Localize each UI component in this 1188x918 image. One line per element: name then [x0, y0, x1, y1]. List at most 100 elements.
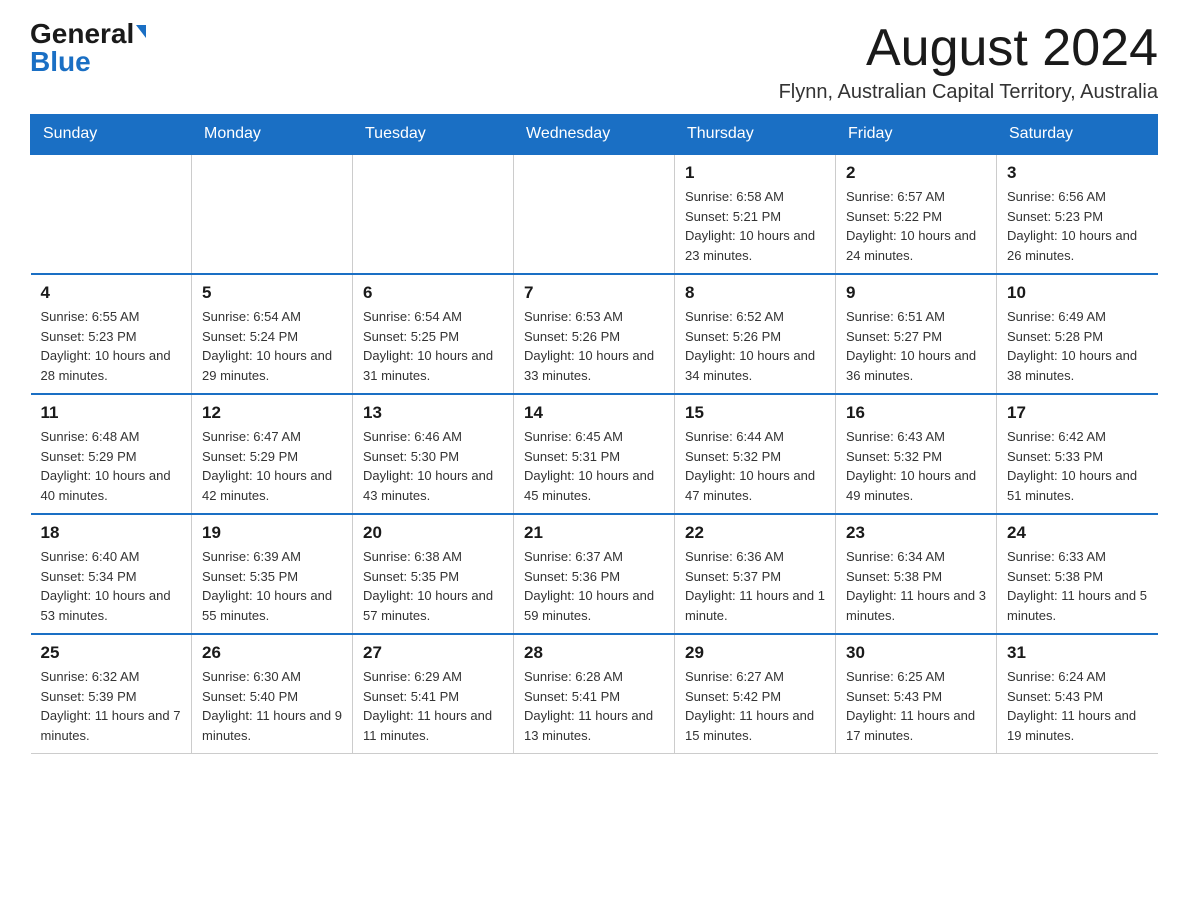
- day-number: 7: [524, 283, 664, 303]
- day-info: Sunrise: 6:43 AMSunset: 5:32 PMDaylight:…: [846, 427, 986, 505]
- day-header-saturday: Saturday: [997, 115, 1158, 155]
- day-number: 28: [524, 643, 664, 663]
- page-header: GeneralBlue August 2024 Flynn, Australia…: [30, 20, 1158, 104]
- day-info: Sunrise: 6:48 AMSunset: 5:29 PMDaylight:…: [41, 427, 182, 505]
- calendar-cell: 13Sunrise: 6:46 AMSunset: 5:30 PMDayligh…: [353, 394, 514, 514]
- calendar-cell: 1Sunrise: 6:58 AMSunset: 5:21 PMDaylight…: [675, 154, 836, 274]
- calendar-cell: 2Sunrise: 6:57 AMSunset: 5:22 PMDaylight…: [836, 154, 997, 274]
- day-number: 14: [524, 403, 664, 423]
- calendar-header-row: SundayMondayTuesdayWednesdayThursdayFrid…: [31, 115, 1158, 155]
- day-number: 26: [202, 643, 342, 663]
- day-info: Sunrise: 6:28 AMSunset: 5:41 PMDaylight:…: [524, 667, 664, 745]
- day-info: Sunrise: 6:32 AMSunset: 5:39 PMDaylight:…: [41, 667, 182, 745]
- day-number: 8: [685, 283, 825, 303]
- calendar-cell: [514, 154, 675, 274]
- day-number: 12: [202, 403, 342, 423]
- day-info: Sunrise: 6:56 AMSunset: 5:23 PMDaylight:…: [1007, 187, 1148, 265]
- day-header-wednesday: Wednesday: [514, 115, 675, 155]
- day-info: Sunrise: 6:37 AMSunset: 5:36 PMDaylight:…: [524, 547, 664, 625]
- calendar-cell: 20 Sunrise: 6:38 AMSunset: 5:35 PMDayligh…: [353, 514, 514, 634]
- day-number: 20: [363, 523, 503, 543]
- calendar-cell: 26Sunrise: 6:30 AMSunset: 5:40 PMDayligh…: [192, 634, 353, 754]
- day-info: Sunrise: 6:33 AMSunset: 5:38 PMDaylight:…: [1007, 547, 1148, 625]
- day-info: Sunrise: 6:51 AMSunset: 5:27 PMDaylight:…: [846, 307, 986, 385]
- calendar-cell: 10Sunrise: 6:49 AMSunset: 5:28 PMDayligh…: [997, 274, 1158, 394]
- calendar-cell: 28 Sunrise: 6:28 AMSunset: 5:41 PMDayligh…: [514, 634, 675, 754]
- calendar-cell: 19 Sunrise: 6:39 AMSunset: 5:35 PMDayligh…: [192, 514, 353, 634]
- calendar-cell: 17 Sunrise: 6:42 AMSunset: 5:33 PMDayligh…: [997, 394, 1158, 514]
- calendar-cell: 12 Sunrise: 6:47 AMSunset: 5:29 PMDayligh…: [192, 394, 353, 514]
- day-number: 3: [1007, 163, 1148, 183]
- day-info: Sunrise: 6:36 AMSunset: 5:37 PMDaylight:…: [685, 547, 825, 625]
- day-header-friday: Friday: [836, 115, 997, 155]
- day-number: 22: [685, 523, 825, 543]
- calendar-cell: 31 Sunrise: 6:24 AMSunset: 5:43 PMDayligh…: [997, 634, 1158, 754]
- day-info: Sunrise: 6:27 AMSunset: 5:42 PMDaylight:…: [685, 667, 825, 745]
- day-info: Sunrise: 6:38 AMSunset: 5:35 PMDaylight:…: [363, 547, 503, 625]
- month-title: August 2024: [779, 20, 1158, 77]
- location-title: Flynn, Australian Capital Territory, Aus…: [779, 81, 1158, 104]
- day-info: Sunrise: 6:44 AMSunset: 5:32 PMDaylight:…: [685, 427, 825, 505]
- calendar-cell: 25 Sunrise: 6:32 AMSunset: 5:39 PMDayligh…: [31, 634, 192, 754]
- calendar-cell: [31, 154, 192, 274]
- calendar-cell: [192, 154, 353, 274]
- logo-triangle-icon: [136, 25, 146, 38]
- calendar-cell: 18Sunrise: 6:40 AMSunset: 5:34 PMDayligh…: [31, 514, 192, 634]
- day-info: Sunrise: 6:57 AMSunset: 5:22 PMDaylight:…: [846, 187, 986, 265]
- day-info: Sunrise: 6:53 AMSunset: 5:26 PMDaylight:…: [524, 307, 664, 385]
- calendar-cell: 5Sunrise: 6:54 AMSunset: 5:24 PMDaylight…: [192, 274, 353, 394]
- calendar-cell: 4Sunrise: 6:55 AMSunset: 5:23 PMDaylight…: [31, 274, 192, 394]
- day-number: 13: [363, 403, 503, 423]
- day-number: 4: [41, 283, 182, 303]
- day-number: 15: [685, 403, 825, 423]
- day-info: Sunrise: 6:34 AMSunset: 5:38 PMDaylight:…: [846, 547, 986, 625]
- day-info: Sunrise: 6:54 AMSunset: 5:25 PMDaylight:…: [363, 307, 503, 385]
- day-info: Sunrise: 6:39 AMSunset: 5:35 PMDaylight:…: [202, 547, 342, 625]
- day-header-sunday: Sunday: [31, 115, 192, 155]
- day-number: 30: [846, 643, 986, 663]
- calendar-week-row: 25 Sunrise: 6:32 AMSunset: 5:39 PMDayligh…: [31, 634, 1158, 754]
- title-area: August 2024 Flynn, Australian Capital Te…: [779, 20, 1158, 104]
- calendar-week-row: 4Sunrise: 6:55 AMSunset: 5:23 PMDaylight…: [31, 274, 1158, 394]
- calendar-cell: 16 Sunrise: 6:43 AMSunset: 5:32 PMDayligh…: [836, 394, 997, 514]
- day-number: 16: [846, 403, 986, 423]
- day-header-tuesday: Tuesday: [353, 115, 514, 155]
- calendar-cell: 7 Sunrise: 6:53 AMSunset: 5:26 PMDaylight…: [514, 274, 675, 394]
- calendar-cell: 21 Sunrise: 6:37 AMSunset: 5:36 PMDayligh…: [514, 514, 675, 634]
- day-number: 19: [202, 523, 342, 543]
- day-number: 5: [202, 283, 342, 303]
- day-header-thursday: Thursday: [675, 115, 836, 155]
- calendar-cell: 6 Sunrise: 6:54 AMSunset: 5:25 PMDaylight…: [353, 274, 514, 394]
- day-number: 24: [1007, 523, 1148, 543]
- calendar-cell: 29 Sunrise: 6:27 AMSunset: 5:42 PMDayligh…: [675, 634, 836, 754]
- calendar-cell: 8 Sunrise: 6:52 AMSunset: 5:26 PMDaylight…: [675, 274, 836, 394]
- calendar-cell: 3 Sunrise: 6:56 AMSunset: 5:23 PMDaylight…: [997, 154, 1158, 274]
- day-number: 9: [846, 283, 986, 303]
- logo-blue: Blue: [30, 46, 91, 77]
- day-number: 27: [363, 643, 503, 663]
- calendar-cell: [353, 154, 514, 274]
- day-info: Sunrise: 6:47 AMSunset: 5:29 PMDaylight:…: [202, 427, 342, 505]
- day-info: Sunrise: 6:52 AMSunset: 5:26 PMDaylight:…: [685, 307, 825, 385]
- day-number: 6: [363, 283, 503, 303]
- calendar-cell: 9 Sunrise: 6:51 AMSunset: 5:27 PMDaylight…: [836, 274, 997, 394]
- day-info: Sunrise: 6:40 AMSunset: 5:34 PMDaylight:…: [41, 547, 182, 625]
- calendar-cell: 11 Sunrise: 6:48 AMSunset: 5:29 PMDayligh…: [31, 394, 192, 514]
- day-number: 29: [685, 643, 825, 663]
- logo: GeneralBlue: [30, 20, 146, 76]
- day-number: 10: [1007, 283, 1148, 303]
- calendar-table: SundayMondayTuesdayWednesdayThursdayFrid…: [30, 114, 1158, 754]
- day-number: 11: [41, 403, 182, 423]
- calendar-cell: 30Sunrise: 6:25 AMSunset: 5:43 PMDayligh…: [836, 634, 997, 754]
- day-number: 17: [1007, 403, 1148, 423]
- calendar-week-row: 18Sunrise: 6:40 AMSunset: 5:34 PMDayligh…: [31, 514, 1158, 634]
- calendar-week-row: 11 Sunrise: 6:48 AMSunset: 5:29 PMDayligh…: [31, 394, 1158, 514]
- logo-text: GeneralBlue: [30, 20, 146, 76]
- day-info: Sunrise: 6:42 AMSunset: 5:33 PMDaylight:…: [1007, 427, 1148, 505]
- day-info: Sunrise: 6:24 AMSunset: 5:43 PMDaylight:…: [1007, 667, 1148, 745]
- calendar-cell: 24 Sunrise: 6:33 AMSunset: 5:38 PMDayligh…: [997, 514, 1158, 634]
- day-number: 31: [1007, 643, 1148, 663]
- day-number: 25: [41, 643, 182, 663]
- day-number: 21: [524, 523, 664, 543]
- calendar-cell: 23Sunrise: 6:34 AMSunset: 5:38 PMDayligh…: [836, 514, 997, 634]
